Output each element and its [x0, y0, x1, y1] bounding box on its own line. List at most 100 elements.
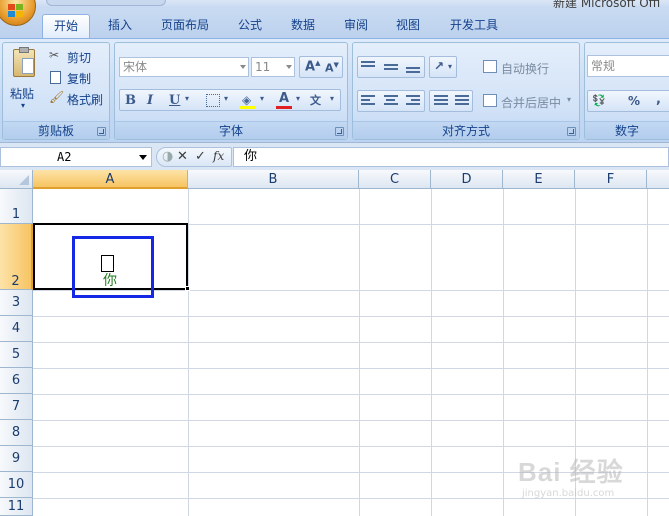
row-header-7[interactable]: 7 [0, 394, 33, 420]
cell-a2-text: 你 [103, 273, 117, 289]
align-top-icon[interactable] [361, 61, 375, 69]
formula-input[interactable]: 你 [233, 147, 669, 167]
alignment-group-label: 对齐方式 [353, 121, 579, 139]
font-dialog-launcher[interactable] [335, 127, 344, 136]
comma-style-button[interactable]: , [656, 92, 661, 107]
ribbon: 粘贴 ▾ ✂ 剪切 复制 🖌 格式刷 剪贴板 宋体 11 A▲ A▼ B I U… [0, 38, 669, 142]
column-header-e[interactable]: E [503, 170, 575, 189]
shrink-font-icon[interactable]: A▼ [325, 61, 339, 75]
wrap-text-label: 自动换行 [501, 62, 550, 76]
align-middle-icon[interactable] [384, 64, 398, 72]
border-icon[interactable] [206, 94, 220, 107]
clipboard-dialog-launcher[interactable] [97, 127, 106, 136]
tab-page-layout[interactable]: 页面布局 [152, 14, 218, 38]
increase-indent-icon[interactable] [455, 95, 469, 107]
name-box-value: A2 [57, 150, 72, 164]
horizontal-align-buttons [357, 90, 425, 112]
chevron-down-icon[interactable]: ▾ [330, 94, 334, 103]
row-header-11[interactable]: 11 [0, 498, 33, 516]
fill-color-icon[interactable]: ◈ [240, 93, 256, 109]
align-right-icon[interactable] [406, 95, 420, 107]
tab-view[interactable]: 视图 [386, 14, 430, 38]
font-color-icon[interactable]: A [276, 91, 292, 110]
row-header-4[interactable]: 4 [0, 316, 33, 342]
bold-icon[interactable]: B [125, 93, 136, 108]
chevron-down-icon: ▾ [448, 62, 453, 71]
decrease-indent-icon[interactable] [434, 95, 448, 107]
fill-handle[interactable] [185, 286, 190, 291]
format-painter-label: 格式刷 [67, 93, 104, 107]
column-header-g[interactable] [647, 170, 669, 189]
gridline [33, 420, 669, 421]
indent-buttons [429, 90, 473, 112]
clipboard-group-label: 剪贴板 [3, 121, 109, 139]
row-header-1[interactable]: 1 [0, 189, 33, 224]
number-format-buttons: 💱 % , [587, 90, 669, 112]
row-header-9[interactable]: 9 [0, 446, 33, 472]
number-group: 常规 💱 % , 数字 [584, 42, 669, 140]
row-header-6[interactable]: 6 [0, 368, 33, 394]
merge-center-button[interactable]: 合并后居中 ▾ [481, 93, 579, 111]
format-painter-button[interactable]: 🖌 格式刷 [49, 90, 109, 108]
insert-function-icon[interactable]: fx [213, 149, 224, 163]
cancel-icon[interactable]: ✕ [177, 149, 188, 164]
copy-button[interactable]: 复制 [49, 69, 107, 87]
underline-icon[interactable]: U [169, 93, 180, 108]
column-header-b[interactable]: B [188, 170, 359, 189]
align-bottom-icon[interactable] [406, 67, 420, 75]
cut-label: 剪切 [67, 51, 92, 65]
number-format-combo[interactable]: 常规 [587, 55, 669, 77]
tab-home[interactable]: 开始 [42, 14, 90, 38]
gridline [503, 189, 504, 516]
align-left-icon[interactable] [361, 95, 375, 107]
percent-style-button[interactable]: % [628, 94, 640, 108]
name-box[interactable]: A2 [0, 147, 152, 167]
tab-review[interactable]: 审阅 [334, 14, 378, 38]
merge-center-icon [483, 94, 497, 107]
currency-icon[interactable]: 💱 [592, 94, 606, 107]
row-header-8[interactable]: 8 [0, 420, 33, 446]
tab-insert[interactable]: 插入 [100, 14, 140, 38]
chevron-down-icon[interactable]: ▾ [260, 94, 264, 103]
grow-font-icon[interactable]: A▲ [305, 59, 320, 74]
font-size-value: 11 [255, 60, 271, 74]
cut-button[interactable]: ✂ 剪切 [49, 48, 107, 66]
tab-formulas[interactable]: 公式 [228, 14, 272, 38]
select-all-button[interactable] [0, 170, 33, 189]
alignment-dialog-launcher[interactable] [567, 127, 576, 136]
enter-icon[interactable]: ✓ [195, 149, 206, 164]
font-size-combo[interactable]: 11 [251, 57, 295, 77]
font-name-combo[interactable]: 宋体 [119, 57, 249, 77]
column-header-d[interactable]: D [431, 170, 503, 189]
formula-bar-buttons: ◑ ✕ ✓ fx [156, 147, 232, 167]
row-header-10[interactable]: 10 [0, 472, 33, 498]
paintbrush-icon: 🖌 [49, 90, 65, 104]
paste-button[interactable]: 粘贴 ▾ [7, 47, 41, 115]
alignment-group: ↗ ▾ 自动换行 合并后居中 ▾ 对齐方式 [352, 42, 580, 140]
wrap-text-button[interactable]: 自动换行 [481, 59, 575, 77]
row-header-2[interactable]: 2 [0, 224, 33, 290]
chevron-down-icon[interactable]: ▾ [185, 94, 189, 103]
expand-icon[interactable]: ◑ [162, 149, 173, 164]
tab-data[interactable]: 数据 [280, 14, 326, 38]
column-header-c[interactable]: C [359, 170, 431, 189]
orientation-icon: ↗ [434, 59, 445, 73]
tab-developer[interactable]: 开发工具 [440, 14, 508, 38]
column-header-a[interactable]: A [33, 170, 188, 189]
italic-icon[interactable]: I [147, 93, 153, 108]
row-header-5[interactable]: 5 [0, 342, 33, 368]
phonetic-guide-icon[interactable]: 文 [310, 92, 321, 108]
gridline [33, 342, 669, 343]
column-header-f[interactable]: F [575, 170, 647, 189]
gridline [33, 394, 669, 395]
orientation-button[interactable]: ↗ ▾ [429, 56, 457, 78]
chevron-down-icon[interactable]: ▾ [224, 94, 228, 103]
quick-access-toolbar[interactable] [46, 0, 166, 6]
chevron-down-icon: ▾ [21, 101, 26, 110]
chevron-down-icon[interactable]: ▾ [296, 94, 300, 103]
watermark-text: Bai 经验 [518, 457, 624, 487]
row-header-3[interactable]: 3 [0, 290, 33, 316]
gridline [359, 189, 360, 516]
align-center-icon[interactable] [384, 95, 398, 107]
chevron-down-icon [139, 155, 147, 160]
